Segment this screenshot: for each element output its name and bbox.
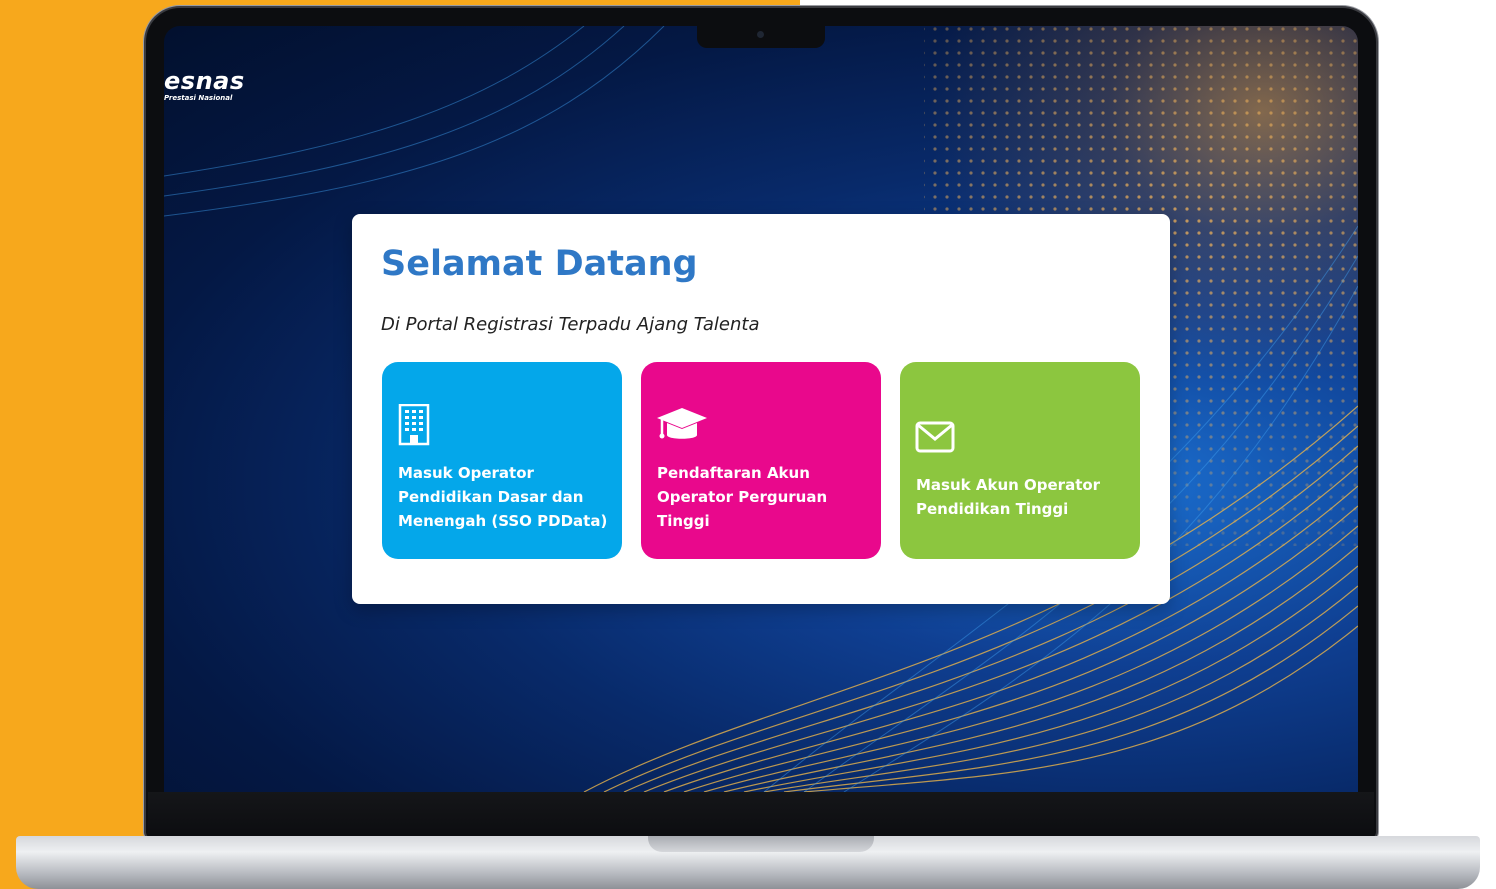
logo-subtitle: Prestasi Nasional xyxy=(164,94,233,102)
welcome-card: Selamat Datang Di Portal Registrasi Terp… xyxy=(352,214,1170,604)
graduation-cap-icon xyxy=(657,408,707,439)
site-logo[interactable]: esnas Prestasi Nasional xyxy=(164,68,245,103)
login-operator-pendidikan-tinggi-button[interactable]: Masuk Akun Operator Pendidikan Tinggi xyxy=(900,362,1140,559)
logo-text: esnas xyxy=(164,67,245,95)
register-operator-perguruan-tinggi-button[interactable]: Pendaftaran Akun Operator Perguruan Ting… xyxy=(641,362,881,559)
tile-label: Masuk Operator Pendidikan Dasar dan Mene… xyxy=(398,464,608,530)
camera-lens xyxy=(757,31,764,38)
laptop-opening-notch xyxy=(648,836,874,852)
building-icon xyxy=(398,404,430,446)
login-operator-dasar-menengah-button[interactable]: Masuk Operator Pendidikan Dasar dan Mene… xyxy=(382,362,622,559)
envelope-icon xyxy=(915,421,955,453)
laptop-bezel-bottom xyxy=(148,792,1374,836)
tile-label: Masuk Akun Operator Pendidikan Tinggi xyxy=(916,476,1101,518)
page-title: Selamat Datang xyxy=(381,244,698,284)
tile-label: Pendaftaran Akun Operator Perguruan Ting… xyxy=(657,464,828,530)
page-subtitle: Di Portal Registrasi Terpadu Ajang Talen… xyxy=(381,314,760,335)
stage: esnas Prestasi Nasional Selamat Datang D… xyxy=(0,0,1496,889)
